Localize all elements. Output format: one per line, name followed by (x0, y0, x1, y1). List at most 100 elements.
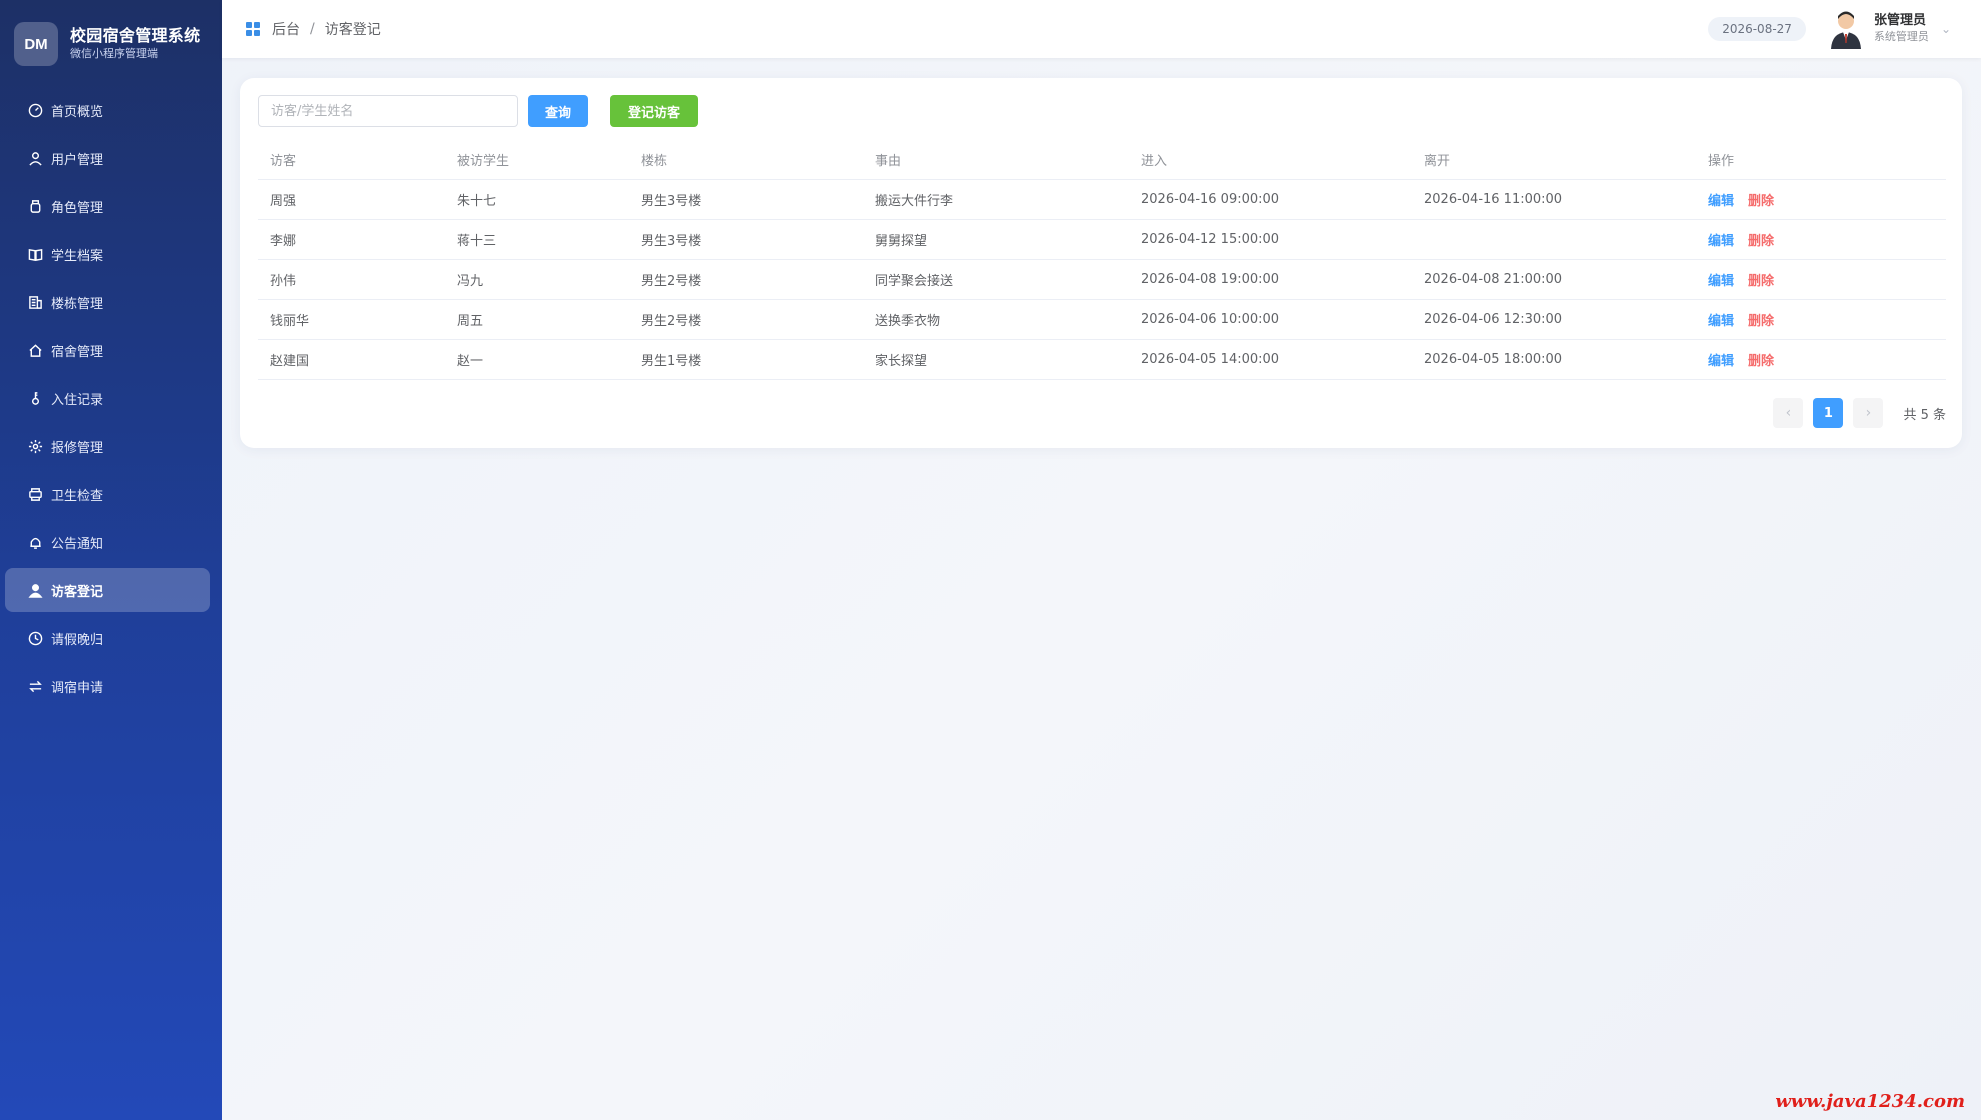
table-cell: 2026-04-06 10:00:00 (1129, 299, 1412, 340)
delete-button[interactable]: 删除 (1748, 274, 1774, 289)
app-subtitle: 微信小程序管理端 (70, 47, 158, 60)
sidebar-item-9[interactable]: 公告通知 (5, 520, 210, 564)
app-title: 校园宿舍管理系统 (70, 26, 201, 45)
sidebar-item-4[interactable]: 楼栋管理 (5, 280, 210, 324)
sidebar-item-3[interactable]: 学生档案 (5, 232, 210, 276)
date-badge: 2026-08-27 (1708, 17, 1806, 41)
sidebar-item-7[interactable]: 报修管理 (5, 424, 210, 468)
table-cell: 2026-04-16 11:00:00 (1412, 179, 1696, 220)
sidebar-item-label: 楼栋管理 (51, 296, 104, 312)
column-header: 离开 (1412, 141, 1696, 180)
prev-page-button[interactable]: ‹ (1773, 398, 1804, 428)
user-name[interactable]: 张管理员 (1874, 13, 1929, 29)
table-cell: 钱丽华 (258, 299, 445, 340)
table-row: 钱丽华 周五 男生2号楼 送换季衣物 2026-04-06 10:00:00 2026-0… (258, 299, 1946, 340)
edit-button[interactable]: 编辑 (1708, 274, 1734, 289)
table-row: 李娜 蒋十三 男生3号楼 舅舅探望 2026-04-12 15:00:00 编辑 删除 (258, 219, 1946, 260)
table-cell: 送换季衣物 (863, 299, 1129, 340)
breadcrumb-separator: / (310, 21, 315, 37)
table-cell: 朱十七 (445, 179, 629, 220)
sidebar-item-1[interactable]: 用户管理 (5, 136, 210, 180)
table-cell: 舅舅探望 (863, 219, 1129, 260)
delete-button[interactable]: 删除 (1748, 354, 1774, 369)
edit-button[interactable]: 编辑 (1708, 354, 1734, 369)
column-header: 楼栋 (629, 141, 863, 180)
clock-icon (27, 630, 43, 646)
table-cell: 男生1号楼 (629, 339, 863, 380)
sidebar-item-label: 调宿申请 (51, 680, 104, 696)
delete-button[interactable]: 删除 (1748, 314, 1774, 329)
watermark: www.java1234.com (1775, 1091, 1965, 1112)
total-count: 共 5 条 (1903, 407, 1946, 423)
table-cell: 男生2号楼 (629, 299, 863, 340)
table-cell: 2026-04-16 09:00:00 (1129, 179, 1412, 220)
row-actions: 编辑 删除 (1696, 299, 1946, 340)
table-cell: 男生3号楼 (629, 179, 863, 220)
table-row: 周强 朱十七 男生3号楼 搬运大件行李 2026-04-16 09:00:00 2026-… (258, 179, 1946, 220)
table-body: 周强 朱十七 男生3号楼 搬运大件行李 2026-04-16 09:00:00 2026-… (258, 179, 1946, 380)
column-header: 操作 (1696, 141, 1946, 180)
table-cell: 周五 (445, 299, 629, 340)
bell-icon (27, 534, 43, 550)
delete-button[interactable]: 删除 (1748, 194, 1774, 209)
visitor-card: 查询 登记访客 访客被访学生楼栋事由进入离开操作 周强朱十七男生3号楼搬运大件行… (240, 78, 1962, 448)
breadcrumb-root[interactable]: 后台 (272, 19, 300, 39)
sidebar-item-6[interactable]: 入住记录 (5, 376, 210, 420)
sidebar-item-10[interactable]: 访客登记 (5, 568, 210, 612)
key-icon (27, 390, 43, 406)
toolbar: 查询 登记访客 (258, 95, 698, 127)
sidebar-item-label: 用户管理 (51, 152, 104, 168)
table-cell: 冯九 (445, 259, 629, 300)
table-cell: 男生3号楼 (629, 219, 863, 260)
edit-button[interactable]: 编辑 (1708, 234, 1734, 249)
add-visitor-button[interactable]: 登记访客 (610, 95, 698, 127)
app-logo: DM (14, 22, 58, 66)
sidebar-item-2[interactable]: 角色管理 (5, 184, 210, 228)
sidebar-item-label: 宿舍管理 (51, 344, 104, 360)
top-header: 后台 / 访客登记 2026-08-27 张管理员 系统管理员 ⌄ (222, 0, 1981, 58)
table-cell: 2026-04-05 14:00:00 (1129, 339, 1412, 380)
next-page-button[interactable]: › (1853, 398, 1884, 428)
sidebar-menu: 首页概览用户管理角色管理学生档案楼栋管理宿舍管理入住记录报修管理卫生检查公告通知… (5, 88, 210, 712)
search-input[interactable] (258, 95, 518, 127)
delete-button[interactable]: 删除 (1748, 234, 1774, 249)
sidebar-item-0[interactable]: 首页概览 (5, 88, 210, 132)
table-cell: 家长探望 (863, 339, 1129, 380)
avatar[interactable] (1828, 9, 1864, 49)
table-cell: 孙伟 (258, 259, 445, 300)
sidebar-item-12[interactable]: 调宿申请 (5, 664, 210, 708)
table-cell: 男生2号楼 (629, 259, 863, 300)
column-header: 进入 (1129, 141, 1412, 180)
column-header: 被访学生 (445, 141, 629, 180)
row-actions: 编辑 删除 (1696, 179, 1946, 220)
book-icon (27, 246, 43, 262)
sidebar-item-label: 报修管理 (51, 440, 104, 456)
sidebar: DM 校园宿舍管理系统 微信小程序管理端 首页概览用户管理角色管理学生档案楼栋管… (0, 0, 222, 1120)
sidebar-item-11[interactable]: 请假晚归 (5, 616, 210, 660)
sidebar-item-label: 公告通知 (51, 536, 104, 552)
sidebar-item-label: 角色管理 (51, 200, 104, 216)
table-cell: 2026-04-06 12:30:00 (1412, 299, 1696, 340)
sidebar-item-label: 卫生检查 (51, 488, 104, 504)
page-1-button[interactable]: 1 (1813, 398, 1844, 428)
table-cell: 同学聚会接送 (863, 259, 1129, 300)
brand: DM 校园宿舍管理系统 微信小程序管理端 (14, 22, 200, 66)
visitor-icon (27, 582, 43, 598)
dashboard-icon (27, 102, 43, 118)
user-icon (27, 150, 43, 166)
gear-icon (27, 438, 43, 454)
query-button[interactable]: 查询 (528, 95, 588, 127)
table-cell: 赵建国 (258, 339, 445, 380)
table-row: 孙伟 冯九 男生2号楼 同学聚会接送 2026-04-08 19:00:00 2026-0… (258, 259, 1946, 300)
sidebar-item-5[interactable]: 宿舍管理 (5, 328, 210, 372)
table-cell: 2026-04-08 19:00:00 (1129, 259, 1412, 300)
edit-button[interactable]: 编辑 (1708, 314, 1734, 329)
sidebar-item-8[interactable]: 卫生检查 (5, 472, 210, 516)
table-cell: 搬运大件行李 (863, 179, 1129, 220)
edit-button[interactable]: 编辑 (1708, 194, 1734, 209)
table-cell: 2026-04-08 21:00:00 (1412, 259, 1696, 300)
chevron-down-icon[interactable]: ⌄ (1941, 22, 1951, 36)
pagination: ‹ 1 › 共 5 条 (1763, 398, 1946, 428)
grid-icon[interactable] (246, 22, 260, 36)
row-actions: 编辑 删除 (1696, 219, 1946, 260)
